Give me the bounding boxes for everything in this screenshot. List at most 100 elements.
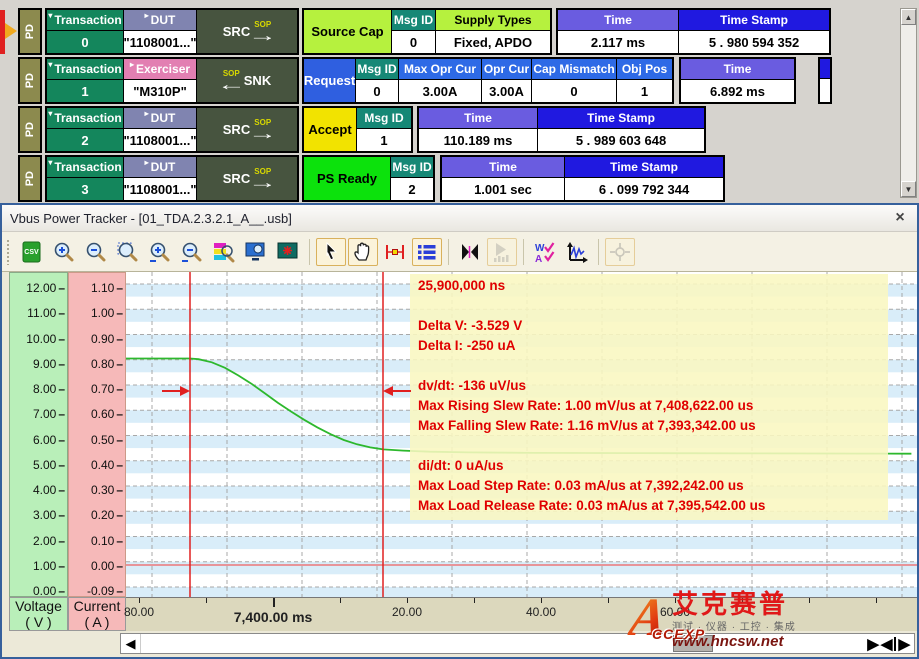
message-group: Accept Msg ID 1 (302, 106, 413, 153)
protocol-badge[interactable]: PD (18, 155, 42, 202)
field-value: 1 (617, 80, 672, 102)
field-value: 3.00A (482, 80, 531, 102)
transaction-id[interactable]: 3 (47, 178, 123, 200)
field-value: Fixed, APDO (436, 31, 550, 53)
time-value: 1.001 sec (442, 178, 564, 200)
zoom-out-horizontal-button[interactable] (177, 238, 207, 266)
vbus-power-tracker-window: Vbus Power Tracker - [01_TDA.2.3.2.1_A__… (0, 203, 919, 659)
column-header-source[interactable]: ▸DUT (124, 108, 196, 128)
sort-triangle-icon: ▾ (48, 11, 52, 20)
zoom-in-button[interactable] (49, 238, 79, 266)
current-tick-label: 0.80– (91, 357, 123, 371)
transaction-id[interactable]: 2 (47, 129, 123, 151)
voltage-tick-label: 9.00– (33, 357, 65, 371)
field-value: 1 (357, 129, 411, 151)
voltage-tick-label: 5.00– (33, 458, 65, 472)
scroll-left-button[interactable]: ◀ (121, 634, 141, 653)
direction-arrow-icon: → (248, 174, 277, 191)
column-header-source[interactable]: ▸DUT (124, 157, 196, 177)
protocol-badge[interactable]: PD (18, 106, 42, 153)
message-type[interactable]: Accept (304, 108, 356, 151)
column-header-transaction[interactable]: ▾Transaction (47, 157, 123, 177)
role-label: SNK (244, 73, 271, 88)
screen-markers-button[interactable] (273, 238, 303, 266)
display-colors-button[interactable] (209, 238, 239, 266)
slew-chart-icon (565, 240, 589, 264)
toolbar-separator (448, 239, 449, 265)
csv-export-button[interactable]: CSV (17, 238, 47, 266)
sort-triangle-icon: ▸ (130, 60, 134, 69)
field-value: 0 (532, 80, 616, 102)
field-header: Obj Pos (617, 59, 672, 79)
column-header-source[interactable]: ▸Exerciser (124, 59, 196, 79)
transaction-id-group: ▾Transaction 0 ▸DUT "1108001..." SRC SOP… (45, 8, 299, 55)
zoom-selection-button[interactable] (113, 238, 143, 266)
list-view-button[interactable] (412, 238, 442, 266)
transaction-id[interactable]: 0 (47, 31, 123, 53)
annotation-line: Max Rising Slew Rate: 1.00 mV/us at 7,40… (418, 398, 884, 418)
field-value: 2 (391, 178, 433, 200)
role-label: SRC (223, 171, 250, 186)
time-axis-tick (541, 598, 542, 603)
pan-hand-button[interactable] (348, 238, 378, 266)
transaction-id[interactable]: 1 (47, 80, 123, 102)
current-axis: 1.10–1.00–0.90–0.80–0.70–0.60–0.50–0.40–… (68, 272, 126, 597)
column-header-transaction[interactable]: ▾Transaction (47, 59, 123, 79)
chart-toolbar: CSV WA (2, 232, 917, 272)
time-group: Time 2.117 ms Time Stamp 5 . 980 594 352 (556, 8, 831, 55)
current-tick-label: 0.10– (91, 534, 123, 548)
current-tick-label: 1.00– (91, 306, 123, 320)
zoom-in-icon (52, 240, 76, 264)
direction-cell: SRC SOP→ (197, 108, 297, 151)
scroll-down-button[interactable]: ▼ (901, 181, 916, 197)
protocol-badge[interactable]: PD (18, 8, 42, 55)
verify-results-button[interactable]: WA (530, 238, 560, 266)
column-header-transaction[interactable]: ▾Transaction (47, 10, 123, 30)
toolbar-separator (309, 239, 310, 265)
annotation-line: Max Falling Slew Rate: 1.16 mV/us at 7,3… (418, 418, 884, 438)
collapse-traces-button[interactable] (455, 238, 485, 266)
transaction-id-group: ▾Transaction 3 ▸DUT "1108001..." SRC SOP… (45, 155, 299, 202)
select-cursor-button[interactable] (316, 238, 346, 266)
annotation-line: di/dt: 0 uA/us (418, 458, 884, 478)
current-tick-label: 0.50– (91, 433, 123, 447)
time-header: Time (442, 157, 564, 177)
screen-zoom-button[interactable] (241, 238, 271, 266)
toolbar-grip[interactable] (6, 239, 11, 265)
time-axis-tick (474, 598, 475, 603)
pan-hand-icon (351, 240, 375, 264)
scroll-up-button[interactable]: ▲ (901, 9, 916, 25)
window-titlebar[interactable]: Vbus Power Tracker - [01_TDA.2.3.2.1_A__… (2, 205, 917, 232)
time-axis-label: 40.00 (526, 605, 556, 619)
column-header-transaction[interactable]: ▾Transaction (47, 108, 123, 128)
direction-cell: SRC SOP→ (197, 10, 297, 53)
field-header: Cap Mismatch (532, 59, 616, 79)
column-header-source[interactable]: ▸DUT (124, 10, 196, 30)
timestamp-header: Time Stamp (565, 157, 723, 177)
message-type[interactable]: Source Cap (304, 10, 391, 53)
slew-chart-button[interactable] (562, 238, 592, 266)
time-markers-button[interactable] (380, 238, 410, 266)
svg-text:A: A (535, 254, 542, 264)
current-tick-label: 1.10– (91, 281, 123, 295)
selection-marker-icon (5, 23, 17, 39)
zoom-in-horizontal-button[interactable] (145, 238, 175, 266)
message-type[interactable]: PS Ready (304, 157, 390, 200)
time-header: Time (681, 59, 794, 79)
sort-triangle-icon: ▸ (145, 158, 149, 167)
time-axis-tick (608, 598, 609, 603)
current-tick-label: 0.30– (91, 483, 123, 497)
current-tick-label: 0.00– (91, 559, 123, 573)
csv-export-icon: CSV (20, 240, 44, 264)
vertical-scrollbar[interactable]: ▲ ▼ (900, 8, 917, 198)
voltage-tick-label: 1.00– (33, 559, 65, 573)
close-button[interactable]: × (891, 209, 909, 227)
zoom-out-button[interactable] (81, 238, 111, 266)
voltage-tick-label: 11.00– (27, 306, 65, 320)
signal-connector-icon (608, 240, 632, 264)
protocol-badge[interactable]: PD (18, 57, 42, 104)
time-header: Time (558, 10, 678, 30)
message-type[interactable]: Request (304, 59, 355, 102)
signal-connector-button (605, 238, 635, 266)
timestamp-cutoff-column (818, 57, 832, 104)
